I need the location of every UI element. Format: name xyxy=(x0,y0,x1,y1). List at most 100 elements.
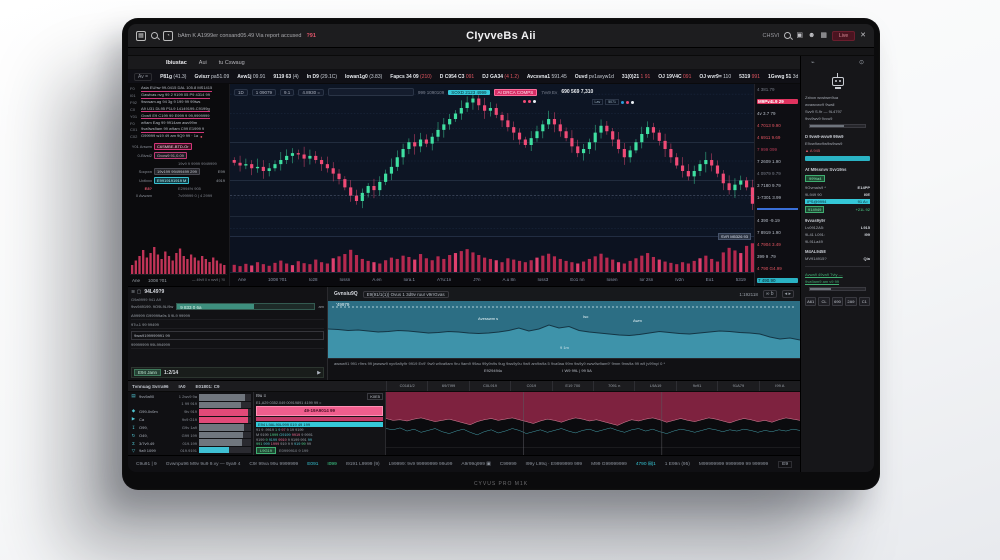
legend-chip-1[interactable]: 5071 xyxy=(605,99,619,105)
monitor-icon[interactable]: ▣ xyxy=(796,32,803,39)
column-header-4[interactable]: E19 700 xyxy=(552,381,593,391)
ticker-item[interactable]: P81g (41.3) xyxy=(160,74,186,80)
ticker-lead-chip[interactable]: Av = xyxy=(134,73,152,81)
column-header-1[interactable]: 69/7I99 xyxy=(427,381,468,391)
performance-range-chip[interactable]: E9(91/1(1)) Ovus 1 3d9v ruur v9rrGvas xyxy=(363,291,449,298)
ticker-item[interactable]: Iowan1g0 (3.83) xyxy=(345,74,382,80)
titlebar-alert: ?91 xyxy=(306,33,315,39)
watchlist-row[interactable]: F0Asia EUhw 99-0415 DAL 105.8 MS1415 xyxy=(130,86,227,92)
watchlist-row[interactable]: Y01Gvw9 E9 C199 99 E999 9 99,9999999 xyxy=(130,114,227,120)
table-row[interactable]: ▽9a9 1099019.9191 xyxy=(130,448,197,454)
watchlist-row[interactable]: I01Gawlvas nvg 99 2 9199 05 P9 4314 99 xyxy=(130,93,227,99)
table-row[interactable]: ▶Ca9v9 G19 xyxy=(130,416,197,422)
language-badge[interactable]: E9 xyxy=(778,461,792,468)
ticker-item[interactable]: DJ GA34 (4 1.2) xyxy=(482,74,519,80)
table-row[interactable]: 1 99 919 xyxy=(130,401,197,406)
sidebar-button[interactable]: CL xyxy=(818,297,829,306)
watchlist-detail-row[interactable]: 19v9 9 9999 9949999 xyxy=(130,161,227,166)
sidebar-link[interactable]: 9va9am9 am v9 99 xyxy=(805,279,870,284)
toolbar-chip-2[interactable]: 9.1 xyxy=(280,89,294,96)
column-header-3[interactable]: C019 xyxy=(510,381,551,391)
watchlist-detail-row[interactable]: 0 Avwam7v99999 0 | 4 2999 xyxy=(130,193,227,198)
pager-arrows[interactable]: ◂ ▸ xyxy=(782,290,794,298)
watchlist-detail-row[interactable]: UvtlxxxE9919191919 M4919 xyxy=(130,177,227,184)
watchlist-detail-row[interactable]: Y01 ArswmC6SMBE-BTD-Or xyxy=(130,143,227,150)
column-header-9[interactable]: I99 A xyxy=(759,381,800,391)
order-header-right[interactable]: K0E5 xyxy=(367,393,383,400)
ticker-item[interactable]: Gviszr pa51.09 xyxy=(194,74,229,80)
sidebar-button[interactable]: C1 xyxy=(859,297,870,306)
watchlist-detail-row[interactable]: E8?E2994% 905 xyxy=(130,186,227,191)
watchlist-row[interactable]: F929wvsam.ag 94 3g 9 199 99 99lws xyxy=(130,100,227,105)
notifications-icon[interactable]: ◔ xyxy=(163,31,173,41)
ticker-item[interactable]: OJ wvr9= 110 xyxy=(699,74,731,80)
volume-chart[interactable] xyxy=(230,236,754,272)
loop-icon[interactable]: ∞ b xyxy=(763,290,777,298)
grid-icon[interactable]: ▦ xyxy=(820,32,827,39)
watchlist-detail-row[interactable]: 0-Bivst2Gvow9 91,0.09 xyxy=(130,152,227,159)
candlestick-chart[interactable] xyxy=(230,84,754,236)
tab-0[interactable]: Ibiustac xyxy=(166,60,187,66)
ticker-item[interactable]: 31(0)21 1 91 xyxy=(622,74,650,80)
legend-chip-0[interactable]: Lav xyxy=(592,99,604,105)
ticker-item[interactable]: 5319 991 xyxy=(739,74,760,80)
signal-icon[interactable]: ⌁ xyxy=(811,59,815,66)
progress-bar[interactable]: 9 833 0 6a xyxy=(176,303,315,310)
toolbar-chip-0[interactable]: 1D xyxy=(234,89,248,96)
close-icon[interactable]: ✕ xyxy=(860,32,866,39)
column-header-5[interactable]: 7091 n xyxy=(593,381,634,391)
sidebar-highlight-row[interactable]: IPS@999491 A= xyxy=(805,199,870,204)
ticker-item[interactable]: 9119 63 (4) xyxy=(273,74,298,80)
confirm-badge[interactable]: L9G19 xyxy=(256,447,276,454)
table-row[interactable]: ▤9vv9a901 2wv9 9a xyxy=(130,393,197,399)
play-icon[interactable]: ▶ xyxy=(317,370,321,376)
order-panel[interactable]: I9u ≡K0E5E1,A29 0352.049 00919891 4199 9… xyxy=(254,392,386,455)
column-header-6[interactable]: L9A19 xyxy=(634,381,675,391)
table-row[interactable]: ↧O99,G9v 1a9 xyxy=(130,425,197,431)
sidebar-divider xyxy=(805,266,870,267)
symbol-search-input[interactable] xyxy=(328,88,414,96)
search-icon[interactable] xyxy=(151,32,158,39)
strategy-footer[interactable]: E94 Jann1:2/14▶ xyxy=(131,367,324,378)
ticker-item[interactable]: In D9 (29.1C) xyxy=(307,74,337,80)
watchlist-row[interactable]: C019va9ws9am 99 w9am C99 E1999 9 xyxy=(130,127,227,133)
ticker-item[interactable]: Avw1j 09.91 xyxy=(237,74,265,80)
sidebar-button[interactable]: 690 xyxy=(832,297,843,306)
search-icon-right[interactable] xyxy=(784,32,791,39)
ticker-item[interactable]: Avcsvna1 591.45 xyxy=(527,74,567,80)
toolbar-chip-1[interactable]: 1 09079 xyxy=(252,89,276,96)
column-header-8[interactable]: 91A79 xyxy=(717,381,758,391)
tab-2[interactable]: tu Cswaug xyxy=(219,60,245,66)
table-row[interactable]: ↻O49,G99 199 xyxy=(130,433,197,439)
watchlist-row[interactable]: C02G99999 w19 49 am 9Q9 99 · 1a● xyxy=(130,134,227,139)
ai-compass-button[interactable]: AI DRCA COMPS xyxy=(494,89,538,96)
watchlist-detail-row[interactable]: Soqxxn19v199 99499499 299E99 xyxy=(130,168,227,175)
sidebar-button[interactable]: A61 xyxy=(805,297,816,306)
ticker-item[interactable]: D C954 C3 091 xyxy=(440,74,474,80)
tab-1[interactable]: Aui xyxy=(199,60,207,66)
toolbar-chip-3[interactable]: 4.8930 = xyxy=(298,89,324,96)
order-alert-block[interactable]: 49-19A9014 99 xyxy=(256,406,383,416)
positions-table[interactable]: ▤9vv9a901 2wv9 9a 1 99 919 ◆G99-0v0m9iv 91… xyxy=(128,392,254,455)
user-icon[interactable]: ☻ xyxy=(808,32,815,39)
ticker-item[interactable]: Fapcs 34 09 (210) xyxy=(390,74,431,80)
order-cyan-row[interactable]: E94 L9AL90L999 019 49 199 xyxy=(256,422,383,428)
watchlist-row[interactable]: C0A9 U31 DL95 P1L9 14149199-C9199g xyxy=(130,107,227,113)
ticker-item[interactable]: 1Gvwg 51 3d xyxy=(768,74,798,80)
app-icon[interactable]: ▦ xyxy=(136,31,146,41)
price-axis[interactable]: 4 381.79M9Pv4L9 294v 3.7 794 7013 9.904 … xyxy=(754,84,800,286)
ticker-item[interactable]: Ouvd pv1avyw1d xyxy=(575,74,614,80)
drawdown-chart[interactable]: L6:07 (2n)99A2v0:1 + H2O/8 A.9994 (1E xyxy=(386,392,800,455)
sidebar-button[interactable]: 2A9 xyxy=(845,297,856,306)
watchlist-row[interactable]: F0w9am Eag 99 9914am awv99m xyxy=(130,121,227,126)
teal-area-chart[interactable]: '49979Avesswm sIsoAwm9 1m xyxy=(328,301,800,358)
column-header-7[interactable]: 9v91 xyxy=(676,381,717,391)
table-row[interactable]: ◆G99-0v0m9iv 919 xyxy=(130,408,197,414)
settings-icon[interactable]: ⊙ xyxy=(859,59,864,66)
live-button[interactable]: Live xyxy=(832,31,855,41)
table-row[interactable]: Σ3/7v9.49019.199 xyxy=(130,441,197,446)
column-header-2[interactable]: C0L919 xyxy=(469,381,510,391)
sidebar-link[interactable]: Avwa9 49va9 Tvty — xyxy=(805,272,870,277)
ticker-item[interactable]: OJ 19V4C 091 xyxy=(658,74,691,80)
column-header-0[interactable]: C0181/2 xyxy=(386,381,427,391)
